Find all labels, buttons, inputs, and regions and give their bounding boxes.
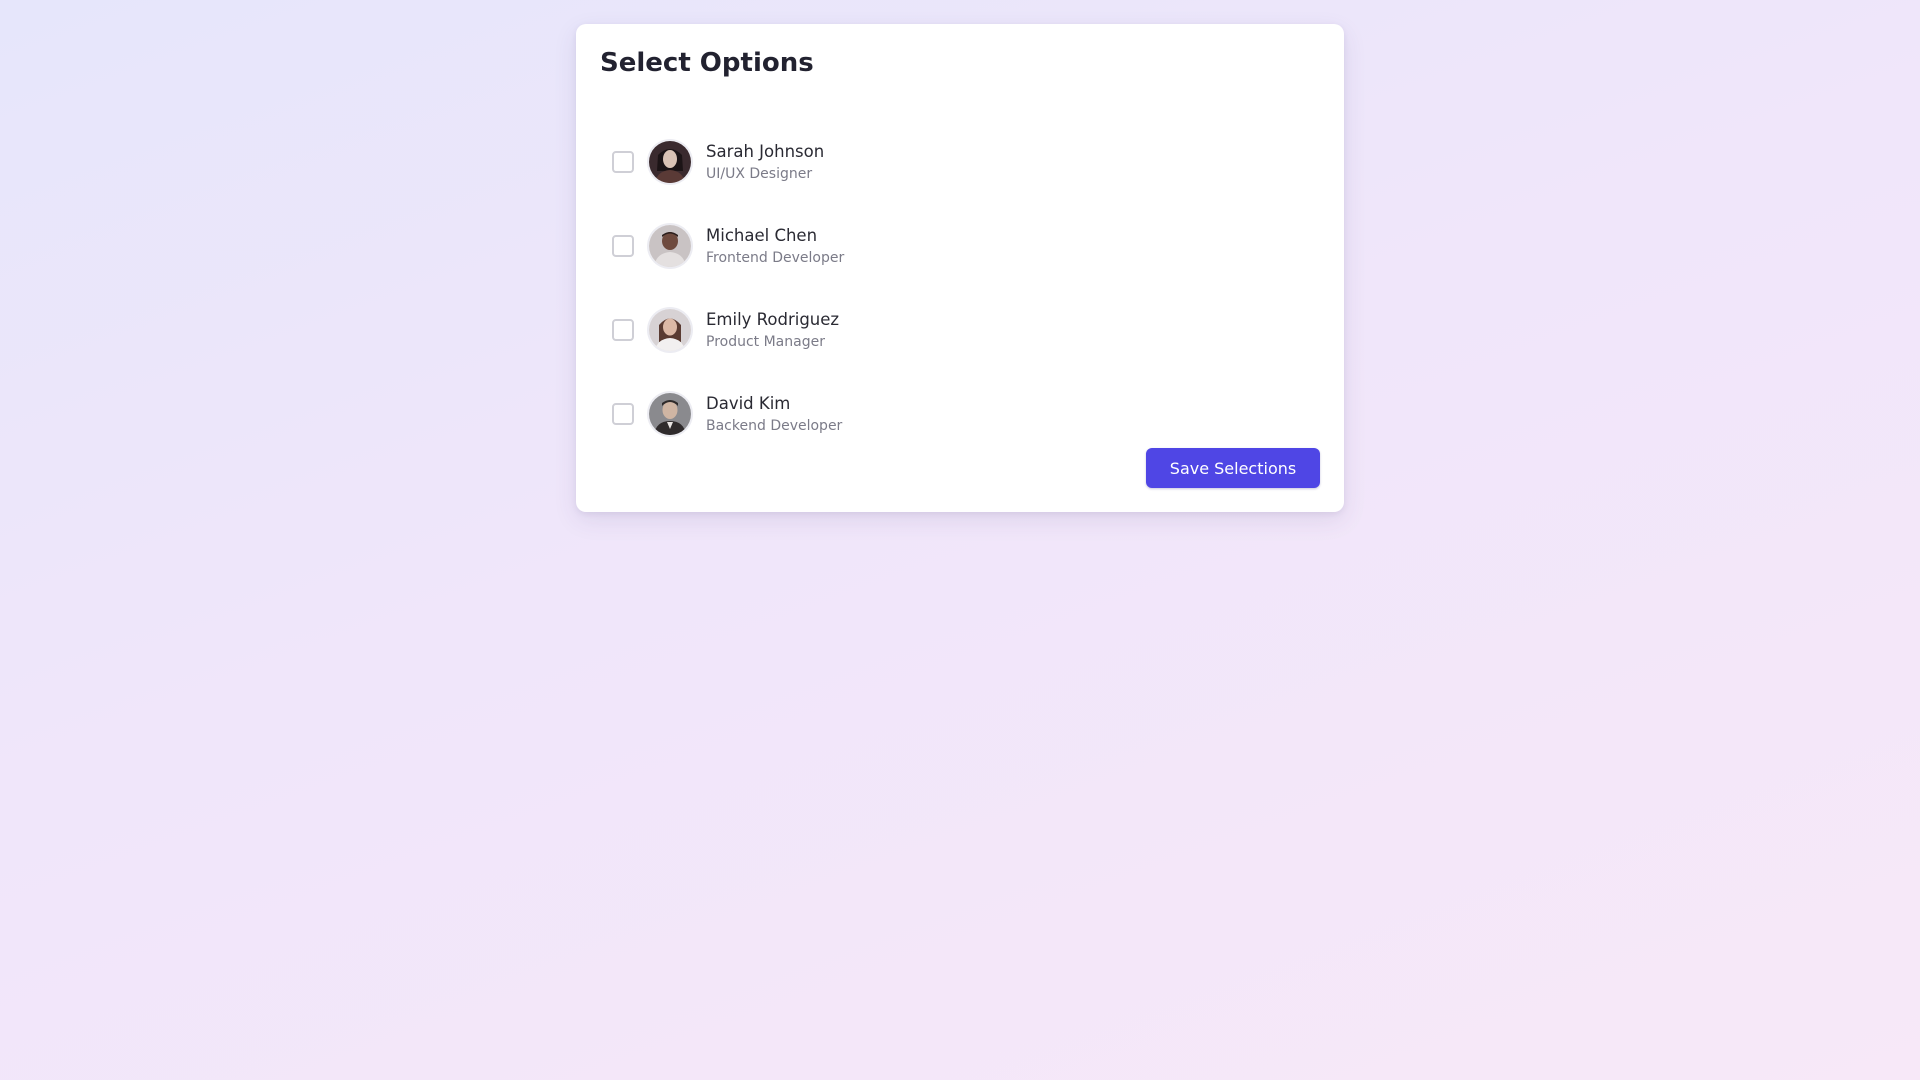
- option-name: Michael Chen: [706, 225, 818, 245]
- option-name: David Kim: [706, 393, 791, 413]
- save-selections-button[interactable]: Save Selections: [1146, 448, 1320, 488]
- avatar: [649, 309, 691, 351]
- option-role: Product Manager: [706, 333, 825, 350]
- option-text: Sarah Johnson UI/UX Designer: [706, 141, 824, 184]
- option-text: Michael Chen Frontend Developer: [706, 225, 844, 268]
- option-item-michael-chen[interactable]: Michael Chen Frontend Developer: [600, 204, 1320, 288]
- select-options-card: Select Options Sarah Johnson UI/UX Desig…: [576, 24, 1344, 512]
- option-item-sarah-johnson[interactable]: Sarah Johnson UI/UX Designer: [600, 120, 1320, 204]
- option-list: Sarah Johnson UI/UX Designer Michael Che…: [600, 120, 1320, 456]
- card-title: Select Options: [600, 48, 814, 78]
- person-photo-icon: [649, 225, 691, 267]
- option-role: Backend Developer: [706, 417, 843, 434]
- avatar: [649, 141, 691, 183]
- person-photo-icon: [649, 309, 691, 351]
- avatar: [649, 393, 691, 435]
- option-checkbox[interactable]: [612, 151, 634, 173]
- option-item-emily-rodriguez[interactable]: Emily Rodriguez Product Manager: [600, 288, 1320, 372]
- option-role: Frontend Developer: [706, 249, 845, 266]
- person-photo-icon: [649, 141, 691, 183]
- person-photo-icon: [649, 393, 691, 435]
- option-name: Sarah Johnson: [706, 141, 825, 161]
- option-item-david-kim[interactable]: David Kim Backend Developer: [600, 372, 1320, 456]
- option-text: David Kim Backend Developer: [706, 393, 842, 436]
- option-checkbox[interactable]: [612, 403, 634, 425]
- option-role: UI/UX Designer: [706, 165, 813, 182]
- option-text: Emily Rodriguez Product Manager: [706, 309, 839, 352]
- option-checkbox[interactable]: [612, 235, 634, 257]
- avatar: [649, 225, 691, 267]
- option-checkbox[interactable]: [612, 319, 634, 341]
- option-name: Emily Rodriguez: [706, 309, 840, 329]
